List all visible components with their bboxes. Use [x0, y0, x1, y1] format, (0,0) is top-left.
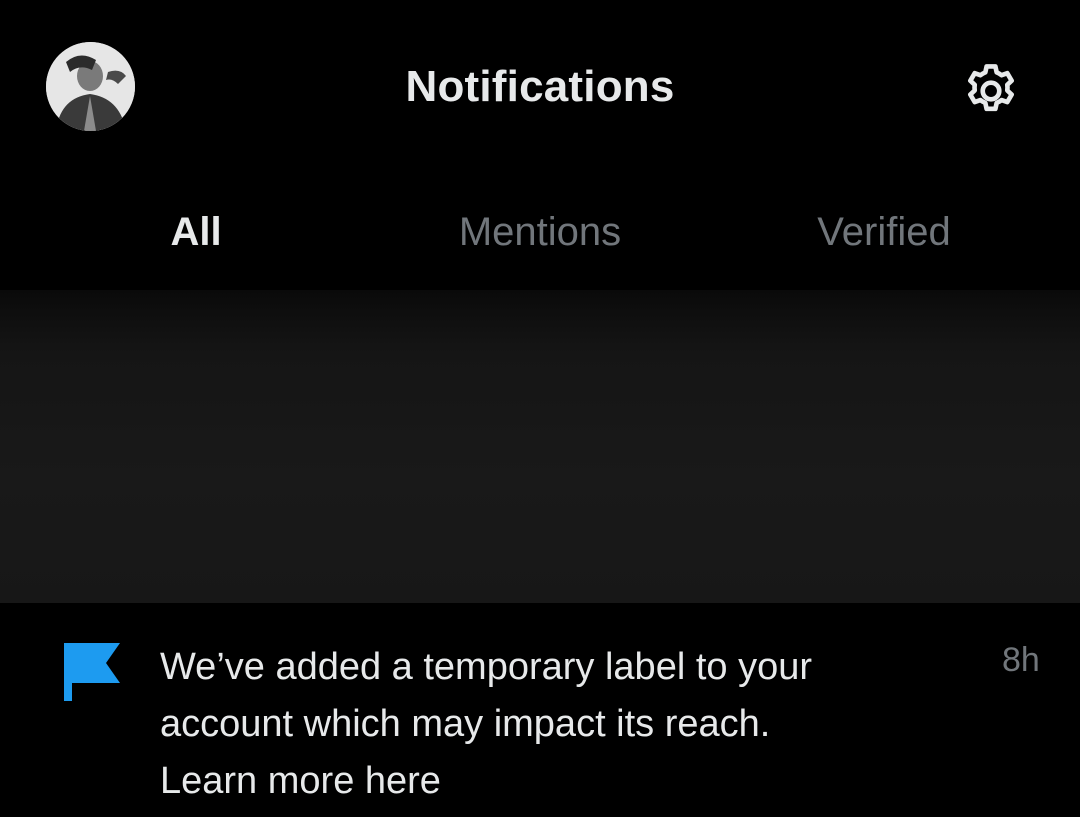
flag-icon	[62, 643, 124, 705]
notification-tabs: All Mentions Verified	[0, 180, 1080, 290]
notification-line: account which may impact its reach.	[160, 703, 771, 745]
tab-mentions[interactable]: Mentions	[459, 210, 621, 255]
tab-verified[interactable]: Verified	[817, 210, 950, 255]
notification-timestamp: 8h	[1002, 641, 1040, 679]
notification-message: We’ve added a temporary label to your ac…	[160, 639, 950, 810]
page-title: Notifications	[405, 62, 675, 111]
content-area	[0, 290, 1080, 603]
tab-all[interactable]: All	[170, 210, 221, 255]
notification-item[interactable]: We’ve added a temporary label to your ac…	[0, 603, 1080, 817]
settings-button[interactable]	[958, 58, 1024, 124]
top-bar: Notifications	[0, 0, 1080, 180]
learn-more-link[interactable]: Learn more here	[160, 753, 950, 810]
gear-icon	[968, 64, 1014, 112]
notification-line: We’ve added a temporary label to your	[160, 646, 812, 688]
